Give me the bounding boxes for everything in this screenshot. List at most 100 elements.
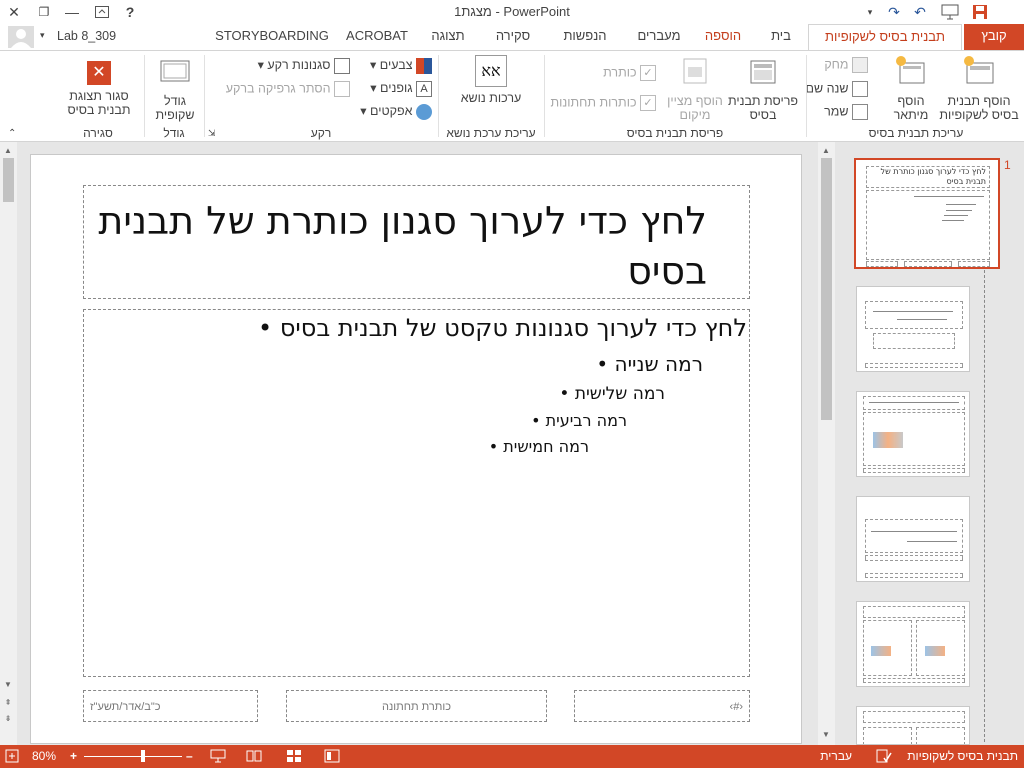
- group-label-master-layout: פריסת תבנית בסיס: [626, 126, 724, 140]
- thumb-left-box: [863, 727, 912, 744]
- title-placeholder[interactable]: לחץ כדי לערוך סגנון כותרת של תבנית בסיס: [83, 185, 750, 299]
- save-icon[interactable]: [966, 0, 994, 24]
- slide-show-icon[interactable]: [210, 749, 226, 766]
- title-placeholder-text: לחץ כדי לערוך סגנון כותרת של תבנית בסיס: [98, 199, 707, 293]
- effects-button[interactable]: אפקטים ▾: [360, 103, 432, 120]
- colors-button[interactable]: צבעים ▾: [370, 57, 432, 74]
- group-label-background: רקע: [310, 126, 332, 140]
- insert-slide-master-button[interactable]: הוסף תבנית בסיס לשקופיות: [936, 55, 1022, 122]
- group-label-edit-master: עריכת תבנית בסיס: [868, 126, 964, 140]
- footers-checkbox[interactable]: ✓ כותרות תחתונות: [551, 95, 656, 111]
- checkbox-checked-icon: ✓: [640, 95, 656, 111]
- rename-button[interactable]: שנה שם: [806, 81, 868, 97]
- slide-size-button[interactable]: גודל שקופית: [148, 55, 202, 122]
- checkbox-icon: [334, 81, 350, 97]
- tab-storyboarding[interactable]: STORYBOARDING: [212, 24, 332, 50]
- rename-label: שנה שם: [805, 81, 849, 96]
- insert-placeholder-label: הוסף מציין מיקום: [667, 94, 723, 122]
- body-placeholder[interactable]: לחץ כדי לערוך סגנונות טקסט של תבנית בסיס…: [83, 309, 750, 677]
- thumb-content-icons: [925, 646, 945, 656]
- bullet-level-5: רמה חמישית •: [488, 437, 589, 456]
- tab-slide-master[interactable]: תבנית בסיס לשקופיות: [808, 24, 962, 51]
- present-from-beginning-icon[interactable]: [936, 0, 964, 24]
- workspace: ▲ ▼ ⇞ ⇟ לחץ כדי לערוך סגנון כותרת של תבנ…: [0, 142, 1024, 745]
- thumbnail-layout-section-header[interactable]: [856, 496, 970, 582]
- bullet-level-1-text: לחץ כדי לערוך סגנונות טקסט של תבנית בסיס: [279, 314, 747, 342]
- tab-transitions[interactable]: מעברים: [628, 24, 690, 50]
- group-divider: [544, 55, 545, 137]
- thumbnail-layout-two-content[interactable]: [856, 601, 970, 687]
- scroll-up-icon[interactable]: ▲: [0, 146, 16, 155]
- themes-icon: אא: [475, 55, 507, 87]
- account-dropdown-icon[interactable]: ▾: [40, 30, 45, 41]
- thumb-title-box: [865, 301, 963, 329]
- group-master-layout: פריסת תבנית בסיס הוסף מציין מיקום ✓ כותר…: [546, 51, 804, 141]
- themes-button[interactable]: אא ערכות נושא: [458, 55, 524, 105]
- tab-insert[interactable]: הוספה: [696, 24, 750, 50]
- editor-right-scrollbar[interactable]: ▲ ▼: [818, 142, 835, 745]
- hide-bg-graphics-checkbox[interactable]: הסתר גרפיקה ברקע: [226, 81, 350, 97]
- zoom-out-icon[interactable]: –: [186, 749, 193, 763]
- thumb-footer-box: [863, 468, 965, 473]
- thumbnail-layout-title[interactable]: [856, 286, 970, 372]
- redo-icon[interactable]: ↷: [880, 0, 908, 24]
- scrollbar-thumb[interactable]: [3, 158, 14, 202]
- group-divider: [204, 55, 205, 137]
- slide-sorter-icon[interactable]: [286, 749, 302, 766]
- tab-file[interactable]: קובץ: [964, 24, 1024, 50]
- insert-placeholder-button[interactable]: הוסף מציין מיקום: [664, 55, 726, 122]
- editor-scrollbar[interactable]: ▲ ▼ ⇞ ⇟: [0, 142, 17, 745]
- undo-icon[interactable]: ↶: [906, 0, 934, 24]
- slide-number-placeholder[interactable]: ‹#›: [574, 690, 750, 722]
- thumb-title-text: לחץ כדי לערוך סגנון כותרת של תבנית בסיס: [880, 167, 986, 186]
- thumb-title-box: [865, 519, 963, 553]
- zoom-level[interactable]: 80%: [32, 749, 56, 763]
- fit-to-window-icon[interactable]: [5, 749, 19, 766]
- previous-slide-icon[interactable]: ⇞: [0, 698, 16, 707]
- fonts-button[interactable]: A גופנים ▾: [370, 80, 432, 97]
- preserve-button[interactable]: שמר: [824, 104, 868, 120]
- thumbnail-slide-master[interactable]: לחץ כדי לערוך סגנון כותרת של תבנית בסיס: [854, 158, 1000, 269]
- thumb-line: [944, 215, 968, 216]
- normal-view-icon[interactable]: [324, 749, 340, 766]
- thumb-right-box: [916, 727, 965, 744]
- thumb-content-icons: [873, 432, 903, 448]
- tab-review[interactable]: סקירה: [484, 24, 542, 50]
- next-slide-icon[interactable]: ⇟: [0, 714, 16, 723]
- proofing-icon[interactable]: [876, 749, 892, 766]
- delete-button[interactable]: מחק: [824, 57, 868, 73]
- background-styles-button[interactable]: סגנונות רקע ▾: [258, 57, 350, 74]
- thumb-title-box: [863, 396, 965, 410]
- date-placeholder[interactable]: כ"ב/אדר/תשע"ז: [83, 690, 258, 722]
- group-label-size: גודל: [163, 126, 185, 140]
- bullet-level-2: רמה שנייה •: [596, 352, 703, 376]
- zoom-slider-track[interactable]: [84, 756, 182, 757]
- thumb-line: [869, 402, 959, 403]
- tab-home[interactable]: בית: [760, 24, 802, 50]
- title-checkbox[interactable]: ✓ כותרת: [603, 65, 656, 81]
- thumbnail-layout-title-content[interactable]: [856, 391, 970, 477]
- dialog-launcher-icon[interactable]: ⇲: [208, 128, 216, 139]
- scroll-down-icon[interactable]: ▼: [818, 730, 834, 739]
- zoom-in-icon[interactable]: +: [70, 749, 77, 763]
- tab-view[interactable]: תצוגה: [420, 24, 476, 50]
- thumbnail-layout-comparison[interactable]: [856, 706, 970, 745]
- language-indicator[interactable]: עברית: [820, 749, 852, 763]
- tab-animations[interactable]: הנפשות: [552, 24, 618, 50]
- reading-view-icon[interactable]: [246, 749, 262, 766]
- footer-placeholder[interactable]: כותרת תחתונה: [286, 690, 547, 722]
- close-master-view-button[interactable]: ✕ סגור תצוגת תבנית בסיס: [58, 55, 140, 117]
- scroll-down-icon[interactable]: ▼: [0, 680, 16, 689]
- avatar[interactable]: [8, 26, 34, 48]
- tab-acrobat[interactable]: ACROBAT: [340, 24, 414, 50]
- master-layout-button[interactable]: פריסת תבנית בסיס: [726, 55, 800, 122]
- customize-toolbar-icon[interactable]: ▾: [856, 0, 884, 24]
- slide-master-icon: [964, 56, 994, 84]
- zoom-slider-thumb[interactable]: [141, 750, 145, 762]
- bullet-level-4-text: רמה רביעית: [545, 411, 627, 430]
- thumb-title-box: [863, 606, 965, 618]
- scroll-up-icon[interactable]: ▲: [818, 146, 834, 155]
- scrollbar-thumb[interactable]: [821, 158, 832, 420]
- insert-layout-button[interactable]: הוסף מיתאר: [886, 55, 936, 122]
- collapse-ribbon-icon[interactable]: ⌃: [8, 128, 16, 139]
